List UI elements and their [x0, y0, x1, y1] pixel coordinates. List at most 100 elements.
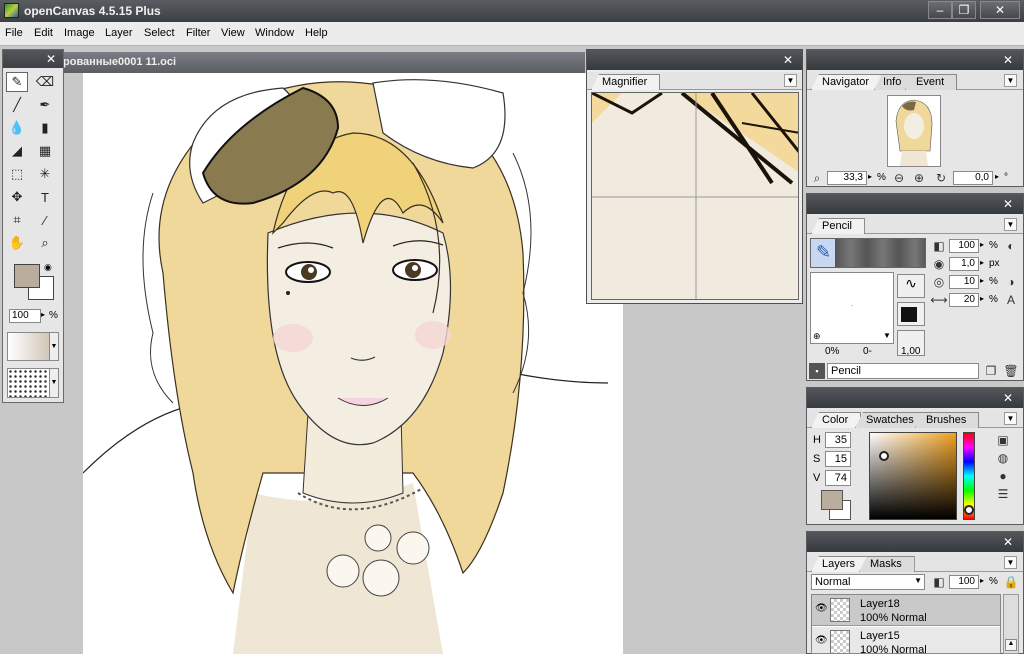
new-preset-icon[interactable]: ❐: [983, 363, 999, 379]
navigator-zoom-arrow-icon[interactable]: ▸: [868, 172, 872, 181]
layer-row[interactable]: 👁 Layer15 100% Normal: [812, 627, 1000, 653]
color-mode-icon[interactable]: ▣: [995, 432, 1011, 448]
color-sphere-icon[interactable]: ●: [995, 468, 1011, 484]
color-wheel-icon[interactable]: ◍: [995, 450, 1011, 466]
pencil-hardness-field[interactable]: 20: [949, 293, 979, 307]
toolbox-opacity-arrow-icon[interactable]: ▸: [41, 310, 45, 319]
navigator-rotation-field[interactable]: 0,0: [953, 171, 993, 185]
text-tool-icon[interactable]: T: [34, 187, 56, 207]
rotate-icon[interactable]: ↻: [933, 170, 949, 186]
tab-swatches[interactable]: Swatches: [855, 412, 927, 428]
color-menu-icon[interactable]: ▼: [1004, 412, 1017, 425]
pencil-density-arrow-icon[interactable]: ▸: [980, 276, 984, 285]
pencil-tool-icon[interactable]: ✎: [6, 72, 28, 92]
menu-image[interactable]: Image: [64, 27, 95, 39]
select-rect-icon[interactable]: ⬚: [6, 164, 28, 184]
hand-tool-icon[interactable]: ✋: [6, 233, 28, 253]
pencil-menu-icon[interactable]: ▼: [1004, 218, 1017, 231]
color-list-icon[interactable]: ☰: [995, 486, 1011, 502]
zoom-tool-icon[interactable]: ⌕: [34, 233, 56, 253]
layers-menu-icon[interactable]: ▼: [1004, 556, 1017, 569]
menu-help[interactable]: Help: [305, 27, 328, 39]
tab-brushes[interactable]: Brushes: [915, 412, 980, 428]
eyedropper-tool-icon[interactable]: ⁄: [34, 210, 56, 230]
airbrush-tool-icon[interactable]: ✒: [34, 95, 56, 115]
pencil-size-arrow-icon[interactable]: ▸: [980, 258, 984, 267]
lock-transparency-icon[interactable]: 🔒: [1003, 574, 1019, 590]
tab-navigator[interactable]: Navigator: [811, 74, 883, 90]
pencil-close-icon[interactable]: ✕: [1003, 197, 1013, 211]
scroll-up-icon[interactable]: ▲: [1005, 639, 1017, 651]
texture-dropdown-icon[interactable]: ▼: [49, 368, 59, 398]
zoom-out-icon[interactable]: ⊖: [891, 170, 907, 186]
sv-picker-handle[interactable]: [879, 451, 889, 461]
drawing-canvas[interactable]: [83, 73, 623, 654]
tab-event[interactable]: Event: [905, 74, 958, 90]
pencil-opacity-field[interactable]: 100: [949, 239, 979, 253]
tab-color[interactable]: Color: [811, 412, 862, 428]
maximize-button[interactable]: ❐: [952, 1, 976, 19]
fill-tool-icon[interactable]: ◢: [6, 141, 28, 161]
menu-edit[interactable]: Edit: [34, 27, 53, 39]
texture-pick-icon[interactable]: ⊕: [813, 331, 821, 342]
pencil-density-field[interactable]: 10: [949, 275, 979, 289]
layer-opacity-field[interactable]: 100: [949, 575, 979, 589]
preset-name-field[interactable]: Pencil: [827, 363, 979, 379]
tab-layers[interactable]: Layers: [811, 556, 869, 572]
pencil-hardness-arrow-icon[interactable]: ▸: [980, 294, 984, 303]
layer-opacity-arrow-icon[interactable]: ▸: [980, 576, 984, 585]
navigator-rotation-arrow-icon[interactable]: ▸: [995, 172, 999, 181]
hue-strip[interactable]: [963, 432, 975, 520]
toolbox-close-icon[interactable]: ✕: [46, 52, 56, 66]
opacity-pressure-icon[interactable]: ◐: [1003, 238, 1019, 254]
menu-layer[interactable]: Layer: [105, 27, 133, 39]
brush-tool-icon[interactable]: ╱: [6, 95, 28, 115]
primary-color-swatch[interactable]: [14, 264, 40, 288]
layer-scrollbar[interactable]: ▲: [1003, 594, 1019, 654]
tab-masks[interactable]: Masks: [859, 556, 915, 572]
navigator-zoom-field[interactable]: 33,3: [827, 171, 867, 185]
navigator-thumbnail[interactable]: [887, 95, 941, 167]
gradient-dropdown-icon[interactable]: ▼: [49, 332, 59, 361]
brush-color-button[interactable]: [897, 302, 925, 326]
close-window-button[interactable]: ✕: [980, 1, 1020, 19]
layers-close-icon[interactable]: ✕: [1003, 535, 1013, 549]
texture-dropdown-icon[interactable]: ▼: [883, 331, 891, 340]
navigator-menu-icon[interactable]: ▼: [1004, 74, 1017, 87]
layer-visibility-eye-icon[interactable]: 👁: [815, 635, 828, 646]
h-field[interactable]: 35: [825, 432, 851, 448]
magic-wand-icon[interactable]: ✳: [34, 164, 56, 184]
tab-pencil[interactable]: Pencil: [811, 218, 865, 234]
layer-row[interactable]: 👁 Layer18 100% Normal: [812, 595, 1000, 626]
crop-tool-icon[interactable]: ⌗: [6, 210, 28, 230]
brush-preset-strip[interactable]: ✎: [810, 238, 926, 268]
saturation-value-square[interactable]: [869, 432, 957, 520]
pencil-opacity-arrow-icon[interactable]: ▸: [980, 240, 984, 249]
text-size-icon[interactable]: A: [1003, 292, 1019, 308]
hue-handle[interactable]: [964, 505, 974, 515]
density-pressure-icon[interactable]: ◑: [1003, 274, 1019, 290]
swap-colors-icon[interactable]: ◉: [44, 262, 52, 273]
zoom-in-icon[interactable]: ⊕: [911, 170, 927, 186]
menu-filter[interactable]: Filter: [186, 27, 210, 39]
menu-select[interactable]: Select: [144, 27, 175, 39]
tab-magnifier[interactable]: Magnifier: [591, 74, 661, 90]
s-field[interactable]: 15: [825, 451, 851, 467]
eraser-tool-icon[interactable]: ⌫: [34, 72, 56, 92]
marker-tool-icon[interactable]: ▮: [34, 118, 56, 138]
minimize-button[interactable]: ‒: [928, 1, 952, 19]
color-primary-swatch[interactable]: [821, 490, 843, 510]
layer-visibility-eye-icon[interactable]: 👁: [815, 603, 828, 614]
navigator-close-icon[interactable]: ✕: [1003, 53, 1013, 67]
v-field[interactable]: 74: [825, 470, 851, 486]
menu-view[interactable]: View: [221, 27, 245, 39]
toolbox-opacity-field[interactable]: 100: [9, 309, 41, 323]
pencil-size-field[interactable]: 1,0: [949, 257, 979, 271]
delete-preset-icon[interactable]: 🗑: [1003, 363, 1019, 379]
magnifier-menu-icon[interactable]: ▼: [784, 74, 797, 87]
menu-window[interactable]: Window: [255, 27, 294, 39]
gradient-tool-icon[interactable]: ▦: [34, 141, 56, 161]
color-close-icon[interactable]: ✕: [1003, 391, 1013, 405]
curve-icon[interactable]: ∿: [897, 274, 925, 298]
menu-file[interactable]: File: [5, 27, 23, 39]
